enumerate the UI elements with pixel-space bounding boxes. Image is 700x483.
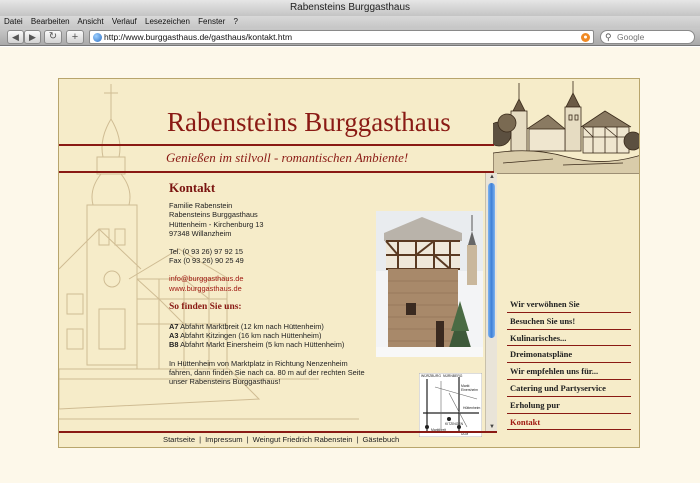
map-label: KITZINGEN [445,422,464,426]
nav-item-catering[interactable]: Catering und Partyservice [507,380,631,397]
directions-item: A7 Abfahrt Marktbreit (12 km nach Hütten… [169,322,369,331]
route-note: fahren, dann finden Sie nach ca. 80 m au… [169,367,365,377]
map-label: NÜRNBERG [443,374,463,378]
email-link[interactable]: info@burggasthaus.de [169,274,369,283]
header-rule-bottom [59,171,494,173]
footer-link-impressum[interactable]: Impressum [205,435,243,444]
website-link[interactable]: www.burggasthaus.de [169,284,369,293]
directions-text: Abfahrt Marktbreit (12 km nach Hüttenhei… [178,322,324,332]
route-note: In Hüttenheim von Marktplatz in Richtung… [169,358,348,368]
directions-text: Abfahrt Kitzingen (16 km nach Hüttenheim… [178,331,322,341]
map-label: Einersheim [461,388,478,392]
add-bookmark-button[interactable]: + [66,30,84,44]
back-arrow-icon: ◀ [12,32,19,42]
site-title: Rabensteins Burggasthaus [167,107,451,137]
fax-number: Fax (0 93 26) 90 25 49 [169,256,244,266]
menu-datei[interactable]: Datei [4,17,23,26]
globe-icon [93,33,102,42]
directions-map: WÜRZBURG NÜRNBERG Markt Einersheim Hütte… [419,373,482,437]
plus-icon: + [71,31,79,43]
scroll-thumb[interactable] [488,183,495,338]
address-line: 97348 Willanzheim [169,228,232,238]
village-church-illustration [493,79,639,174]
reload-button[interactable]: ↻ [44,30,62,44]
footer-links: Startseite | Impressum | Weingut Friedrich R… [163,435,400,444]
directions-heading: So finden Sie uns: [169,301,242,312]
route-note: unser Rabensteins Burggasthaus! [169,377,281,387]
rss-icon[interactable]: ● [581,33,590,42]
tower-photo [376,211,483,357]
directions-item: B8 Abfahrt Markt Einersheim (5 km nach H… [169,340,369,349]
page-title: Kontakt [169,180,216,195]
content-scrollbar[interactable]: ▲ ▼ [485,173,497,431]
address-line: Rabensteins Burggasthaus [169,210,258,220]
site-tagline: Genießen im stilvoll - romantischen Ambi… [166,150,409,165]
footer-link-gaestebuch[interactable]: Gästebuch [363,435,400,444]
address-line: Familie Rabenstein [169,201,233,211]
nav-item-kulinarisches[interactable]: Kulinarisches... [507,330,631,347]
menu-verlauf[interactable]: Verlauf [112,17,137,26]
directions-item: A3 Abfahrt Kitzingen (16 km nach Hüttenh… [169,331,369,340]
nav-item-kontakt[interactable]: Kontakt [507,414,631,431]
nav-item-dreimonatsplaene[interactable]: Dreimonatspläne [507,346,631,364]
reload-icon: ↻ [48,31,58,42]
site-frame: Rabensteins Burggasthaus Genießen im sti… [58,78,640,448]
nav-item-wir-verwoehnen-sie[interactable]: Wir verwöhnen Sie [507,296,631,313]
scroll-up-arrow-icon[interactable]: ▲ [488,174,496,180]
menu-ansicht[interactable]: Ansicht [77,17,103,26]
map-label: WÜRZBURG [421,374,441,378]
forward-arrow-icon: ▶ [29,32,36,42]
map-label: Hüttenheim [463,406,481,410]
content-bottom-rule [59,431,497,433]
header-rule-top [59,144,494,146]
nav-item-wir-empfehlen-uns[interactable]: Wir empfehlen uns für... [507,363,631,380]
search-icon: ⚲ [605,32,612,42]
phone-number: Tel. (0 93 26) 97 92 15 [169,247,243,257]
url-input[interactable] [104,31,574,43]
directions-text: Abfahrt Markt Einersheim (5 km nach Hütt… [178,340,345,350]
nav-item-besuchen-sie-uns[interactable]: Besuchen Sie uns! [507,313,631,330]
page-viewport: Rabensteins Burggasthaus Genießen im sti… [0,47,700,483]
menu-bearbeiten[interactable]: Bearbeiten [31,17,70,26]
scroll-down-arrow-icon[interactable]: ▼ [488,424,496,430]
menu-fenster[interactable]: Fenster [198,17,225,26]
window-title: Rabensteins Burggasthaus [0,0,700,16]
address-line: Hüttenheim - Kirchenburg 13 [169,219,264,229]
menu-bar: Datei Bearbeiten Ansicht Verlauf Lesezei… [0,16,700,28]
back-button[interactable]: ◀ [7,30,24,44]
footer-link-weingut[interactable]: Weingut Friedrich Rabenstein [253,435,353,444]
forward-button[interactable]: ▶ [24,30,41,44]
main-navigation: Wir verwöhnen Sie Besuchen Sie uns! Kuli… [507,296,631,431]
contact-content: Kontakt Familie Rabenstein Rabensteins B… [169,180,369,387]
search-input[interactable] [617,31,692,43]
browser-toolbar: ◀ ▶ ↻ + ● ⚲ [0,28,700,46]
nav-item-erholung-pur[interactable]: Erholung pur [507,397,631,414]
menu-lesezeichen[interactable]: Lesezeichen [145,17,190,26]
footer-link-startseite[interactable]: Startseite [163,435,195,444]
search-box[interactable]: ⚲ [600,30,695,44]
address-bar[interactable]: ● [89,30,594,44]
menu-help[interactable]: ? [234,17,238,26]
